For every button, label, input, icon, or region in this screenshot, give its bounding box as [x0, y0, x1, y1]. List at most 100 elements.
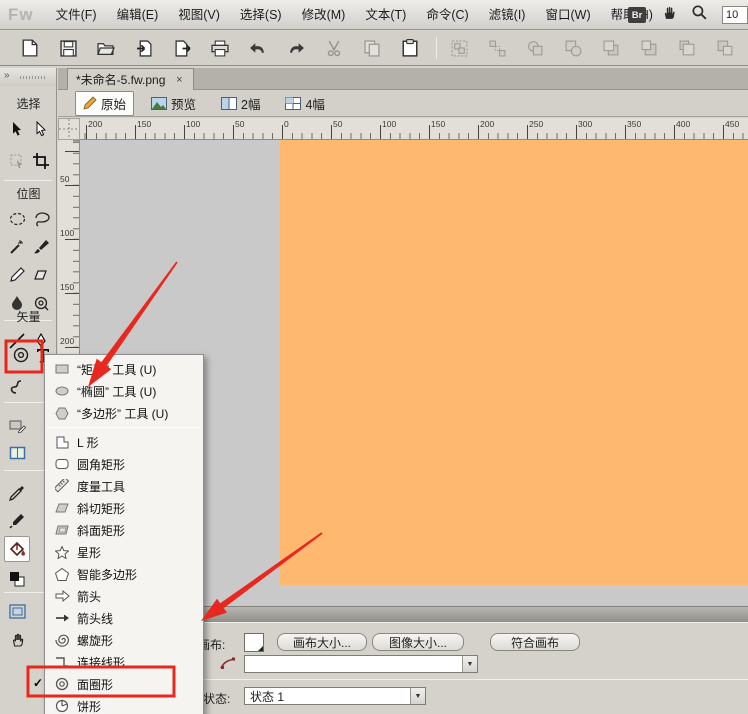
panel-header[interactable]: »: [0, 68, 56, 86]
menu-item-skewed-rectangle[interactable]: 斜切矩形: [45, 497, 203, 519]
menu-item-polygon-tool[interactable]: “多边形” 工具 (U): [45, 402, 203, 424]
menu-view[interactable]: 视图(V): [168, 0, 230, 30]
view-original-button[interactable]: 原始: [75, 91, 134, 116]
fit-canvas-button[interactable]: 符合画布: [490, 633, 580, 651]
freeform-tool[interactable]: [6, 376, 28, 398]
subselection-tool[interactable]: [30, 118, 52, 140]
canvas-size-button[interactable]: 画布大小...: [277, 633, 367, 651]
canvas-option-dropdown[interactable]: ▼: [244, 655, 478, 673]
view-preview-button[interactable]: 预览: [143, 91, 204, 116]
collapse-panel-icon[interactable]: »: [4, 70, 10, 81]
cut-icon[interactable]: [322, 36, 346, 60]
menu-item-rectangle-tool[interactable]: “矩形” 工具 (U): [45, 358, 203, 380]
canvas-color-swatch[interactable]: [244, 633, 264, 652]
view-2up-button[interactable]: 2幅: [213, 91, 268, 116]
send-to-back-icon[interactable]: [713, 36, 737, 60]
menu-item-star[interactable]: 星形: [45, 541, 203, 563]
marquee-tool[interactable]: [6, 208, 28, 230]
hand-icon[interactable]: [660, 4, 677, 26]
redo-icon[interactable]: [284, 36, 308, 60]
state-value: 状态 1: [245, 688, 410, 705]
search-icon[interactable]: [691, 4, 708, 26]
print-icon[interactable]: [208, 36, 232, 60]
menu-item-arrow-line[interactable]: 箭头线: [45, 607, 203, 629]
arrow-line-icon: [54, 610, 70, 626]
magic-wand-tool[interactable]: [6, 236, 28, 258]
open-icon[interactable]: [94, 36, 118, 60]
menu-item-ellipse-tool[interactable]: “椭圆” 工具 (U): [45, 380, 203, 402]
export-icon[interactable]: [170, 36, 194, 60]
menu-filters[interactable]: 滤镜(I): [479, 0, 536, 30]
menu-item-l-shape[interactable]: L 形: [45, 431, 203, 453]
slice-tool[interactable]: [6, 442, 28, 464]
hotspot-tool[interactable]: [6, 414, 28, 436]
default-colors-icon[interactable]: [6, 568, 28, 590]
spiral-icon: [54, 632, 70, 648]
eraser-tool[interactable]: [30, 264, 52, 286]
paste-icon[interactable]: [398, 36, 422, 60]
menu-item-connector[interactable]: 连接线形: [45, 651, 203, 673]
menu-item-pie[interactable]: 饼形: [45, 695, 203, 714]
marker-tool[interactable]: [6, 510, 28, 532]
paint-bucket-tool[interactable]: [4, 536, 30, 562]
tab-title: *未命名-5.fw.png: [76, 71, 165, 88]
menu-modify[interactable]: 修改(M): [292, 0, 356, 30]
bring-forward-icon[interactable]: [637, 36, 661, 60]
menu-select[interactable]: 选择(S): [230, 0, 292, 30]
copy-icon[interactable]: [360, 36, 384, 60]
select-behind-tool[interactable]: [6, 150, 28, 172]
menu-file[interactable]: 文件(F): [46, 0, 107, 30]
image-size-button[interactable]: 图像大小...: [372, 633, 464, 651]
crop-tool[interactable]: [30, 150, 52, 172]
fireworks-window: Fw 文件(F) 编辑(E) 视图(V) 选择(S) 修改(M) 文本(T) 命…: [0, 0, 748, 714]
pointer-tool[interactable]: [6, 118, 28, 140]
menu-window[interactable]: 窗口(W): [535, 0, 600, 30]
menu-text[interactable]: 文本(T): [355, 0, 416, 30]
ellipse-icon: [54, 383, 70, 399]
section-bitmap-label: 位图: [0, 185, 57, 202]
zoom-input[interactable]: [722, 6, 748, 24]
menu-item-smart-polygon[interactable]: 智能多边形: [45, 563, 203, 585]
menu-item-measure[interactable]: 度量工具: [45, 475, 203, 497]
pencil-tool[interactable]: [6, 264, 28, 286]
bridge-icon[interactable]: Br: [628, 7, 646, 23]
beveled-rectangle-icon: [54, 522, 70, 538]
ungroup-icon[interactable]: [485, 36, 509, 60]
hand-tool[interactable]: [6, 628, 28, 650]
new-file-icon[interactable]: [18, 36, 42, 60]
save-icon[interactable]: [56, 36, 80, 60]
combine-icon[interactable]: [523, 36, 547, 60]
main-toolbar: [0, 31, 748, 66]
tab-close-icon[interactable]: ×: [173, 74, 185, 86]
document-tab[interactable]: *未命名-5.fw.png ×: [67, 68, 194, 90]
dropdown-arrow-icon[interactable]: ▼: [462, 656, 477, 672]
curve-adjust-icon[interactable]: [220, 656, 236, 675]
preview-image-icon: [151, 97, 167, 110]
panel-grip[interactable]: [20, 76, 46, 79]
dropdown-arrow-icon[interactable]: ▼: [410, 688, 425, 704]
send-backward-icon[interactable]: [675, 36, 699, 60]
menu-bar: Fw 文件(F) 编辑(E) 视图(V) 选择(S) 修改(M) 文本(T) 命…: [0, 0, 748, 30]
menu-edit[interactable]: 编辑(E): [107, 0, 169, 30]
ellipse-shape-tool[interactable]: [10, 344, 32, 366]
menu-item-arrow[interactable]: 箭头: [45, 585, 203, 607]
menu-item-beveled-rectangle[interactable]: 斜面矩形: [45, 519, 203, 541]
toolbar-separator: [436, 37, 437, 59]
state-dropdown[interactable]: 状态 1 ▼: [244, 687, 426, 705]
split-icon[interactable]: [561, 36, 585, 60]
brush-tool[interactable]: [30, 236, 52, 258]
bring-to-front-icon[interactable]: [599, 36, 623, 60]
canvas[interactable]: [280, 140, 748, 585]
eyedropper-tool[interactable]: [6, 482, 28, 504]
menu-commands[interactable]: 命令(C): [416, 0, 478, 30]
menu-item-spiral[interactable]: 螺旋形: [45, 629, 203, 651]
menu-item-doughnut[interactable]: ✓面圈形: [45, 673, 203, 695]
menu-item-rounded-rectangle[interactable]: 圆角矩形: [45, 453, 203, 475]
undo-icon[interactable]: [246, 36, 270, 60]
view-4up-button[interactable]: 4幅: [277, 91, 332, 116]
group-icon[interactable]: [447, 36, 471, 60]
lasso-tool[interactable]: [30, 208, 52, 230]
import-icon[interactable]: [132, 36, 156, 60]
screen-mode-icon[interactable]: [6, 600, 28, 622]
section-vector-label: 矢量: [0, 308, 57, 325]
